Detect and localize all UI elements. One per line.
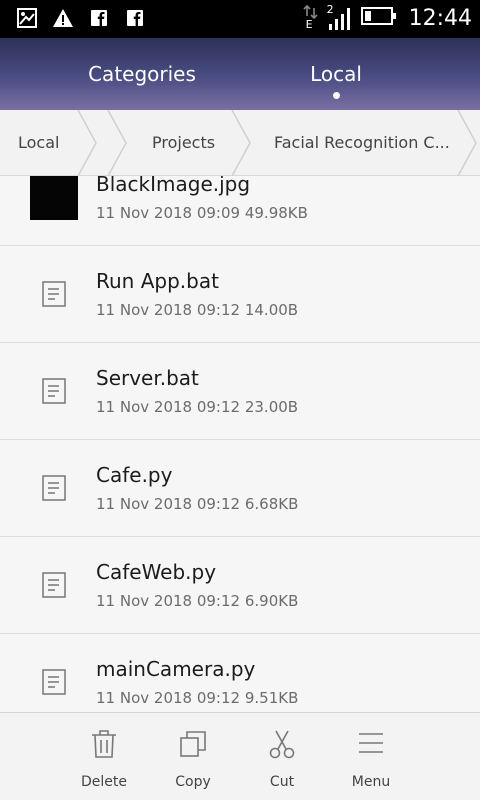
- image-thumbnail: [30, 176, 78, 220]
- notification-icons: [16, 7, 146, 29]
- list-item[interactable]: Cafe.py 11 Nov 2018 09:12 6.68KB: [0, 440, 480, 537]
- document-icon: [42, 281, 66, 307]
- copy-label: Copy: [175, 774, 211, 790]
- system-icons: E 2 12:44: [303, 3, 472, 32]
- list-item[interactable]: Run App.bat 11 Nov 2018 09:12 14.00B: [0, 246, 480, 343]
- copy-icon: [180, 731, 206, 757]
- chevron-right-icon: [231, 110, 251, 176]
- file-meta: 11 Nov 2018 09:09 49.98KB: [96, 204, 308, 222]
- file-meta: 11 Nov 2018 09:12 14.00B: [96, 301, 299, 319]
- chevron-right-icon: [457, 110, 477, 176]
- breadcrumb: Local Projects Facial Recognition C...: [0, 110, 480, 176]
- tab-local[interactable]: Local: [256, 62, 416, 86]
- trash-icon: [92, 730, 116, 758]
- battery-icon: [360, 6, 397, 30]
- document-icon: [42, 475, 66, 501]
- copy-button[interactable]: Copy: [148, 713, 238, 800]
- file-meta: 11 Nov 2018 09:12 6.68KB: [96, 495, 299, 513]
- breadcrumb-projects[interactable]: Projects: [152, 110, 215, 176]
- signal-icon: 2: [327, 3, 353, 32]
- document-icon: [42, 378, 66, 404]
- gallery-icon: [16, 7, 38, 29]
- file-name: Run App.bat: [96, 269, 219, 293]
- alert-icon: [52, 7, 74, 29]
- delete-button[interactable]: Delete: [59, 713, 149, 800]
- breadcrumb-local[interactable]: Local: [18, 110, 59, 176]
- list-item[interactable]: BlackImage.jpg 11 Nov 2018 09:09 49.98KB: [0, 176, 480, 246]
- menu-label: Menu: [351, 774, 391, 790]
- file-name: BlackImage.jpg: [96, 176, 251, 196]
- menu-button[interactable]: Menu: [326, 713, 416, 800]
- network-type-label: E: [305, 18, 313, 31]
- document-icon: [42, 669, 66, 695]
- list-item[interactable]: mainCamera.py 11 Nov 2018 09:12 9.51KB: [0, 634, 480, 712]
- file-name: Cafe.py: [96, 463, 173, 487]
- file-name: mainCamera.py: [96, 657, 256, 681]
- list-item[interactable]: CafeWeb.py 11 Nov 2018 09:12 6.90KB: [0, 537, 480, 634]
- cut-button[interactable]: Cut: [237, 713, 327, 800]
- scissors-icon: [269, 730, 295, 759]
- file-meta: 11 Nov 2018 09:12 9.51KB: [96, 689, 299, 707]
- clock: 12:44: [408, 5, 472, 31]
- file-name: CafeWeb.py: [96, 560, 217, 584]
- active-tab-indicator: [333, 92, 340, 99]
- file-list[interactable]: BlackImage.jpg 11 Nov 2018 09:09 49.98KB…: [0, 176, 480, 712]
- tab-categories[interactable]: Categories: [62, 62, 222, 86]
- list-item[interactable]: Server.bat 11 Nov 2018 09:12 23.00B: [0, 343, 480, 440]
- document-icon: [42, 572, 66, 598]
- menu-icon: [359, 733, 383, 753]
- data-arrows-icon: E: [303, 4, 319, 32]
- delete-label: Delete: [81, 774, 127, 790]
- facebook-icon: [124, 7, 146, 29]
- cut-label: Cut: [269, 774, 295, 790]
- app-header: Categories Local: [0, 38, 480, 110]
- status-bar: E 2 12:44: [0, 0, 480, 38]
- facebook-icon: [88, 7, 110, 29]
- breadcrumb-facial-recognition[interactable]: Facial Recognition C...: [274, 110, 450, 176]
- bottom-toolbar: Delete Copy Cut Menu: [0, 712, 480, 800]
- chevron-right-icon: [107, 110, 127, 176]
- file-meta: 11 Nov 2018 09:12 23.00B: [96, 398, 299, 416]
- file-meta: 11 Nov 2018 09:12 6.90KB: [96, 592, 299, 610]
- chevron-right-icon: [77, 110, 97, 176]
- file-name: Server.bat: [96, 366, 199, 390]
